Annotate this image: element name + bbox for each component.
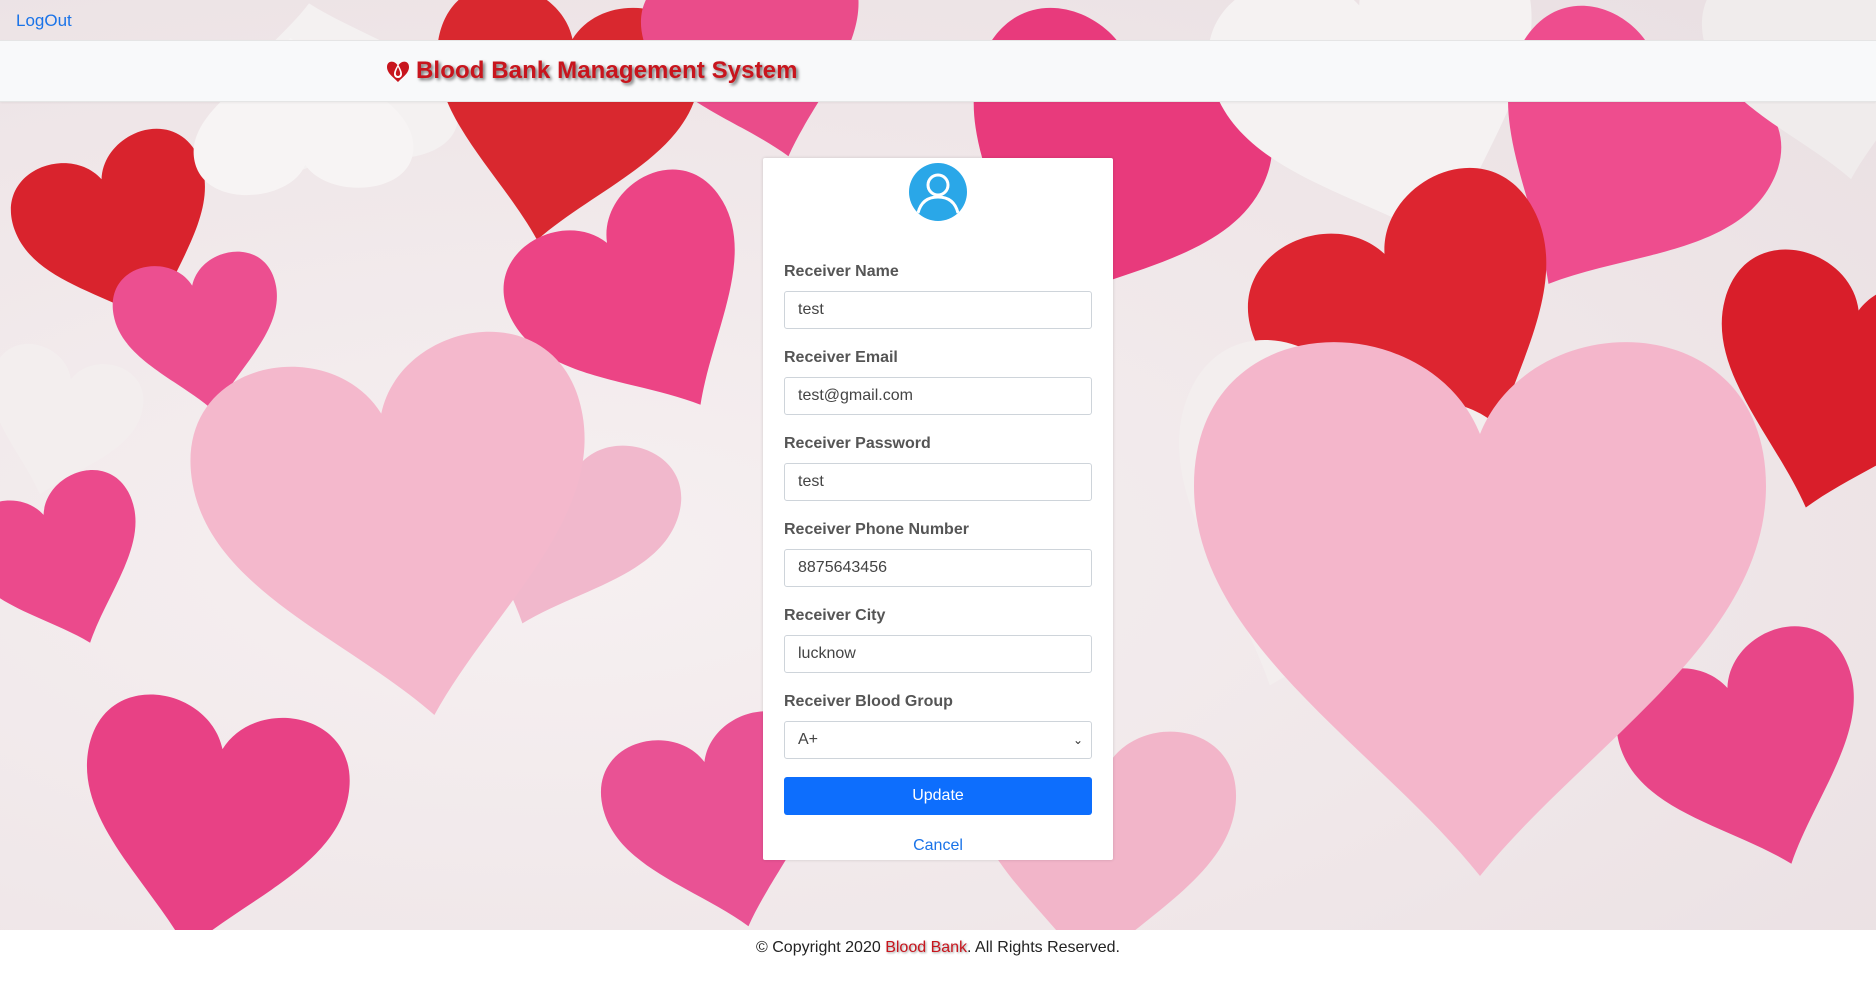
- copyright-suffix: . All Rights Reserved.: [967, 939, 1120, 956]
- update-button[interactable]: Update: [784, 777, 1092, 815]
- receiver-blood-group-group: Receiver Blood Group A+ ⌄: [784, 693, 1092, 759]
- brand-title: Blood Bank Management System: [416, 57, 798, 84]
- receiver-password-input[interactable]: [784, 463, 1092, 501]
- receiver-password-label: Receiver Password: [784, 435, 931, 452]
- receiver-name-input[interactable]: [784, 291, 1092, 329]
- receiver-city-group: Receiver City: [784, 607, 1092, 673]
- receiver-name-group: Receiver Name: [784, 263, 1092, 329]
- receiver-email-group: Receiver Email: [784, 349, 1092, 415]
- user-avatar-icon: [909, 163, 967, 221]
- receiver-email-input[interactable]: [784, 377, 1092, 415]
- receiver-blood-group-select[interactable]: A+ ⌄: [784, 721, 1092, 759]
- copyright-text: © Copyright 2020 Blood Bank. All Rights …: [0, 939, 1876, 957]
- navbar: Blood Bank Management System: [0, 40, 1876, 102]
- chevron-down-icon: ⌄: [1072, 733, 1083, 747]
- receiver-email-label: Receiver Email: [784, 349, 898, 366]
- receiver-city-label: Receiver City: [784, 607, 886, 624]
- receiver-password-group: Receiver Password: [784, 435, 1092, 501]
- receiver-phone-label: Receiver Phone Number: [784, 521, 969, 538]
- receiver-blood-group-label: Receiver Blood Group: [784, 693, 953, 710]
- receiver-name-label: Receiver Name: [784, 263, 899, 280]
- cancel-link[interactable]: Cancel: [763, 837, 1113, 855]
- receiver-phone-group: Receiver Phone Number: [784, 521, 1092, 587]
- copyright-brand: Blood Bank: [885, 939, 968, 956]
- copyright-prefix: © Copyright 2020: [756, 939, 886, 956]
- blood-group-selected-value: A+: [798, 731, 819, 748]
- receiver-phone-input[interactable]: [784, 549, 1092, 587]
- brand[interactable]: Blood Bank Management System: [384, 57, 798, 85]
- top-strip: LogOut: [0, 0, 1876, 40]
- blood-drop-heart-icon: [387, 61, 409, 82]
- receiver-city-input[interactable]: [784, 635, 1092, 673]
- receiver-update-card: Receiver Name Receiver Email Receiver Pa…: [763, 158, 1113, 860]
- logout-link[interactable]: LogOut: [16, 11, 72, 31]
- footer: © Copyright 2020 Blood Bank. All Rights …: [0, 930, 1876, 981]
